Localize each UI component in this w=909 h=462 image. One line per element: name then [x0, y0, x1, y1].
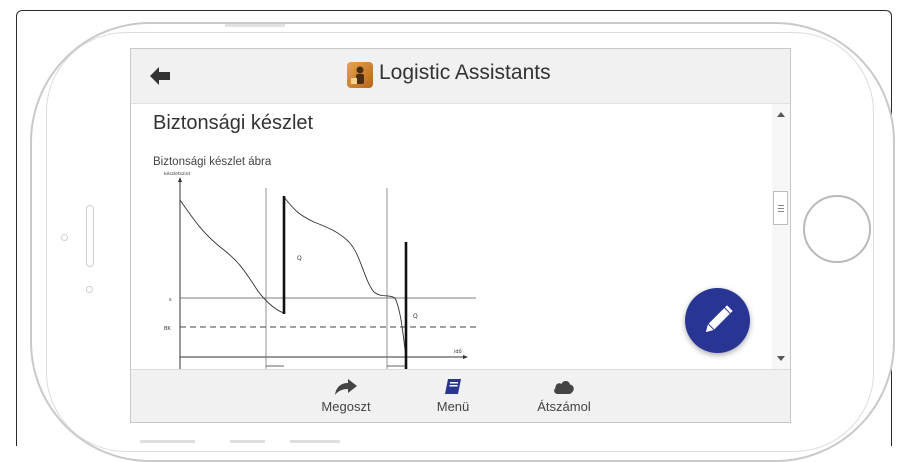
- y-axis-arrow: [178, 177, 182, 182]
- content-area: Biztonsági készlet Biztonsági készlet áb…: [131, 104, 771, 370]
- scroll-down-arrow-icon[interactable]: [777, 356, 785, 361]
- recalculate-label: Átszámol: [537, 399, 591, 414]
- scroll-up-arrow-icon[interactable]: [777, 112, 785, 117]
- figure-caption: Biztonsági készlet ábra: [153, 156, 272, 168]
- order-quantity-label: Q: [297, 255, 302, 262]
- phone-top-edge: [225, 24, 285, 27]
- app-title: Logistic Assistants: [379, 61, 551, 84]
- phone-bottom-edge: [230, 440, 265, 443]
- share-icon: [335, 379, 357, 395]
- inventory-curve: [179, 195, 407, 358]
- safety-stock-figure: készletszint idő s BK Q Q: [164, 170, 476, 370]
- vertical-scrollbar[interactable]: [772, 104, 790, 369]
- x-axis-arrow: [463, 355, 468, 359]
- menu-label: Menü: [436, 399, 470, 414]
- app-logo-icon: [347, 62, 373, 88]
- phone-bottom-edge: [140, 440, 195, 443]
- page-title: Biztonsági készlet: [153, 112, 314, 134]
- app-screen: Logistic Assistants Biztonsági készlet B…: [130, 48, 791, 423]
- order-quantity-label: Q: [413, 313, 418, 320]
- bottom-toolbar: Megoszt Menü Átszámol: [131, 369, 790, 422]
- safety-stock-label: BK: [164, 326, 171, 332]
- reorder-level-label: s: [169, 297, 172, 303]
- cloud-icon: [554, 381, 574, 394]
- recalculate-button[interactable]: Átszámol: [529, 378, 599, 414]
- share-button[interactable]: Megoszt: [311, 378, 381, 414]
- phone-side-button: [86, 205, 94, 267]
- phone-sensor-dot: [61, 234, 68, 241]
- edit-fab-button[interactable]: [685, 288, 750, 353]
- menu-button[interactable]: Menü: [423, 378, 483, 414]
- phone-bottom-edge: [290, 440, 340, 443]
- phone-home-button[interactable]: [803, 195, 871, 263]
- phone-sensor-dot: [86, 286, 93, 293]
- scroll-thumb[interactable]: [773, 191, 788, 225]
- app-header: Logistic Assistants: [131, 49, 790, 104]
- y-axis-label: készletszint: [164, 170, 191, 177]
- share-label: Megoszt: [321, 399, 371, 414]
- back-button[interactable]: [148, 65, 172, 87]
- pencil-icon: [705, 305, 733, 333]
- x-axis-label: idő: [454, 349, 462, 355]
- arrow-left-icon: [150, 67, 170, 85]
- book-icon: [445, 379, 461, 394]
